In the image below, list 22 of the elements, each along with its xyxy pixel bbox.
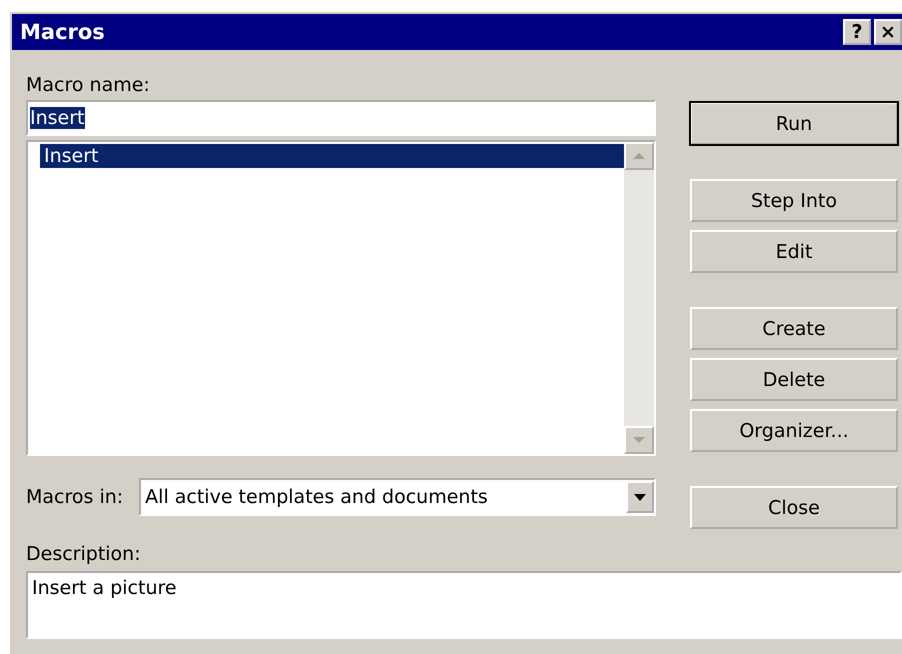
dialog-button[interactable]: Organizer... <box>690 409 898 452</box>
dialog-button[interactable]: Run <box>690 102 898 145</box>
dialog-button[interactable]: Delete <box>690 358 898 401</box>
macro-name-value: Insert <box>30 107 84 129</box>
scroll-down-icon[interactable] <box>624 426 654 454</box>
description-field[interactable]: Insert a picture <box>26 571 902 639</box>
window-title: Macros <box>20 20 106 44</box>
dialog-button[interactable]: Step Into <box>690 179 898 222</box>
help-button[interactable]: ? <box>843 19 871 45</box>
scroll-up-icon[interactable] <box>624 142 654 170</box>
dialog-button[interactable]: Create <box>690 307 898 350</box>
macro-name-label: Macro name: <box>26 74 151 96</box>
scrollbar[interactable] <box>624 142 654 454</box>
macro-name-field[interactable]: Insert <box>26 100 656 136</box>
macro-list-item[interactable]: Insert <box>40 144 624 168</box>
dialog-button[interactable]: Close <box>690 486 898 529</box>
dropdown-arrow-icon <box>634 494 646 500</box>
close-button[interactable]: × <box>874 19 902 45</box>
description-label: Description: <box>26 543 142 565</box>
macros-in-dropdown[interactable]: All active templates and documents <box>139 478 656 516</box>
macros-in-label: Macros in: <box>26 486 124 508</box>
dialog-button[interactable]: Edit <box>690 230 898 273</box>
